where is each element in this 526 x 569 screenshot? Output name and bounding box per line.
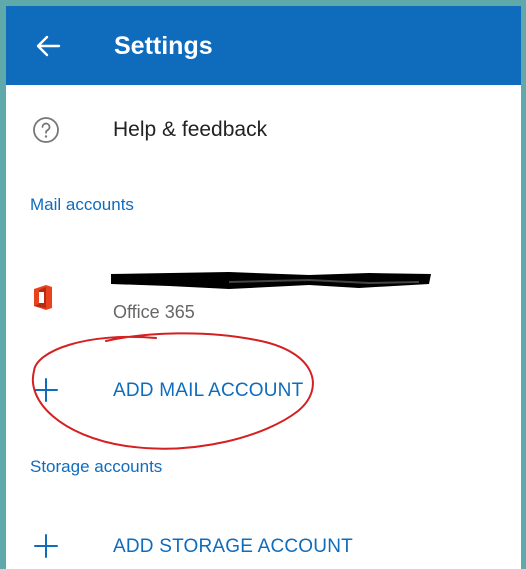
mail-accounts-heading: Mail accounts (30, 195, 134, 214)
help-feedback-label: Help & feedback (113, 118, 268, 141)
arrow-left-icon[interactable] (32, 30, 64, 62)
page-title: Settings (114, 32, 213, 60)
plus-icon (34, 378, 58, 402)
plus-icon (34, 534, 58, 558)
storage-accounts-heading: Storage accounts (30, 457, 163, 476)
redacted-email (111, 272, 431, 289)
app-bar: Settings (6, 6, 521, 85)
mail-account-item[interactable]: Office 365 (6, 264, 521, 330)
add-storage-account-label: ADD STORAGE ACCOUNT (113, 536, 353, 557)
question-circle-icon (33, 117, 59, 143)
account-type-label: Office 365 (113, 302, 195, 322)
office-icon (34, 285, 52, 310)
help-feedback-item[interactable]: Help & feedback (6, 106, 521, 154)
settings-screen: Settings Help & feedback Mail accounts O… (6, 6, 521, 569)
add-mail-account-label: ADD MAIL ACCOUNT (113, 380, 304, 401)
add-storage-account-button[interactable]: ADD STORAGE ACCOUNT (6, 524, 521, 568)
add-mail-account-button[interactable]: ADD MAIL ACCOUNT (6, 368, 521, 412)
